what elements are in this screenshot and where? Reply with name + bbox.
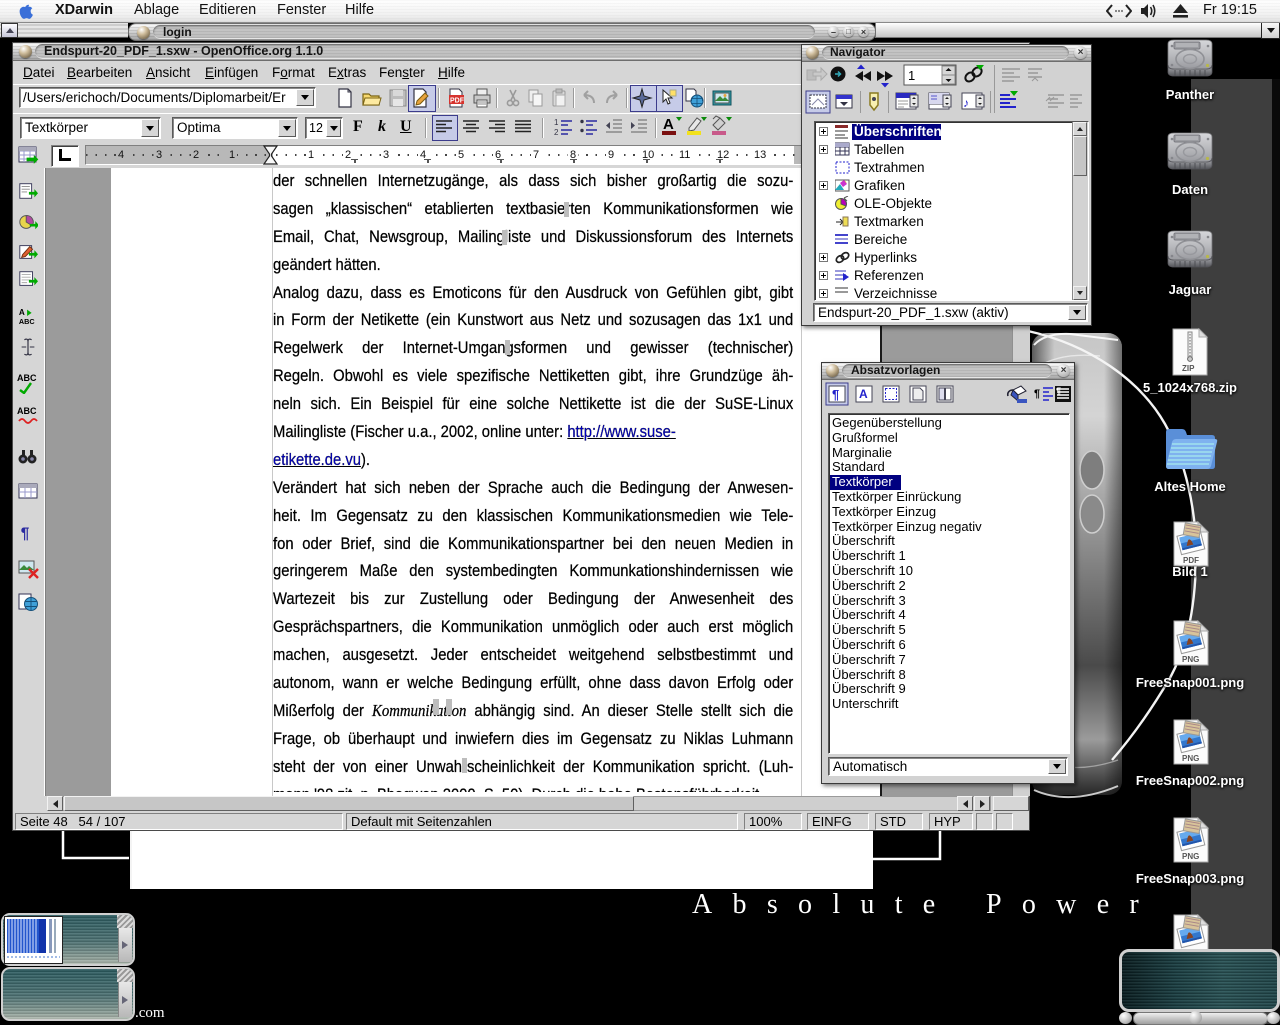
svg-text:1: 1 [554,118,559,127]
svg-text:¶: ¶ [21,525,30,542]
svg-text:.com: .com [135,1005,165,1021]
svg-text:Power: Power [986,889,1159,920]
svg-text:1: 1 [908,68,915,83]
svg-text:♪: ♪ [963,96,969,110]
svg-text:ABC: ABC [17,406,37,416]
svg-text:ZIP: ZIP [1182,364,1195,373]
svg-text:PNG: PNG [1182,852,1199,861]
svg-text:A: A [859,387,868,401]
svg-text:¶: ¶ [832,387,839,402]
svg-text:2: 2 [554,128,559,137]
svg-text:¶: ¶ [1034,388,1040,400]
svg-text:ABC: ABC [19,317,35,326]
svg-text:Absolute: Absolute [692,889,956,920]
svg-text:A: A [663,116,674,133]
svg-text:ABC: ABC [17,373,37,383]
svg-text:PNG: PNG [1182,754,1199,763]
svg-text:¶: ¶ [1056,386,1061,396]
svg-text:A: A [19,308,25,317]
svg-text:PNG: PNG [1182,655,1199,664]
svg-text:PDF: PDF [450,98,465,105]
